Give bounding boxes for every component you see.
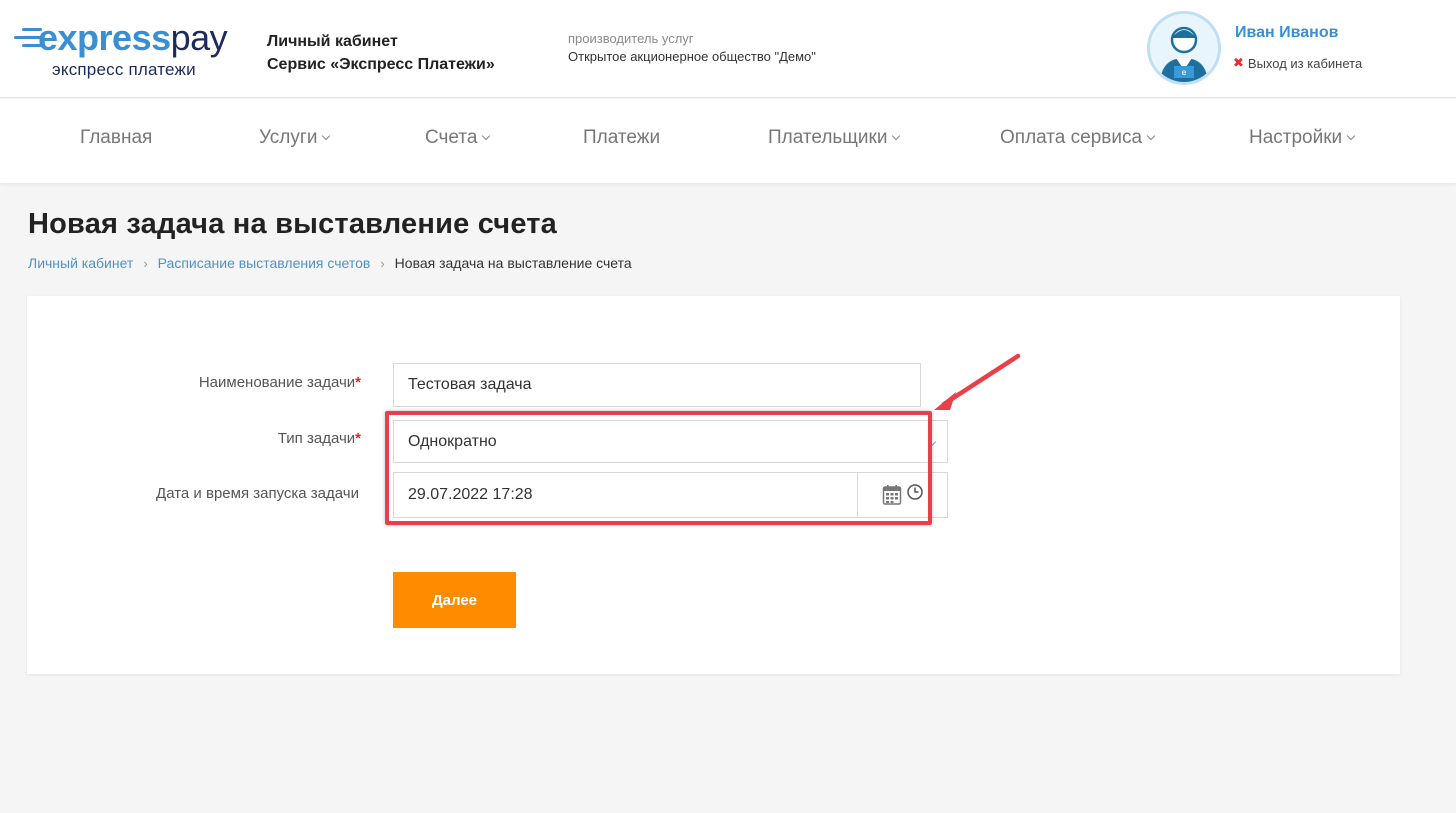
nav-item-payers[interactable]: Плательщики [768,127,901,149]
nav-item-settings[interactable]: Настройки [1249,127,1356,149]
logout-label: Выход из кабинета [1247,55,1363,71]
calendar-icon[interactable] [882,484,902,506]
expresspay-logo[interactable]: expresspay экспресс платежи [12,18,237,82]
task-name-input[interactable]: Тестовая задача [393,363,921,407]
svg-text:e: e [1182,68,1187,77]
task-type-select[interactable]: Однократно [393,420,948,463]
datetime-input[interactable]: 29.07.2022 17:28 [393,472,948,518]
form-card: Наименование задачи* Тестовая задача Тип… [27,296,1400,674]
nav-item-invoices[interactable]: Счета [425,127,491,149]
chevron-down-icon [1146,131,1156,141]
provider-label: производитель услуг [568,31,694,46]
cabinet-line-2: Сервис «Экспресс Платежи» [267,56,495,73]
required-mark: * [355,374,361,391]
datetime-label: Дата и время запуска задачи [156,485,359,502]
nav-item-payments[interactable]: Платежи [583,127,660,149]
chevron-down-icon [1346,131,1356,141]
datetime-picker-addon[interactable] [857,473,947,517]
breadcrumb-cabinet[interactable]: Личный кабинет [28,255,133,271]
header: expresspay экспресс платежи Личный кабин… [0,0,1456,98]
chevron-down-icon [322,131,331,141]
clock-icon[interactable] [906,483,924,501]
cabinet-title: Личный кабинет Сервис «Экспресс Платежи» [267,30,495,76]
user-avatar-icon: e [1160,26,1208,82]
next-button[interactable]: Далее [393,572,516,628]
breadcrumb-separator-icon: › [143,255,148,271]
user-name[interactable]: Иван Иванов [1235,24,1338,42]
breadcrumb-schedule[interactable]: Расписание выставления счетов [158,255,371,271]
chevron-down-icon [892,131,901,141]
required-mark: * [355,430,361,447]
chevron-down-icon [927,437,937,447]
logo-subtitle: экспресс платежи [52,60,196,79]
page-title: Новая задача на выставление счета [28,208,557,240]
cabinet-line-1: Личный кабинет [267,33,398,50]
main-nav: Главная Услуги Счета Платежи Плательщики… [0,99,1456,183]
provider-name: Открытое акционерное общество "Демо" [568,49,816,64]
nav-item-home[interactable]: Главная [80,127,152,149]
breadcrumb: Личный кабинет › Расписание выставления … [28,255,632,271]
breadcrumb-current: Новая задача на выставление счета [394,255,632,271]
nav-item-service-payment[interactable]: Оплата сервиса [1000,127,1156,149]
task-name-label: Наименование задачи* [198,374,361,391]
logout-link[interactable]: ✖ Выход из кабинета [1233,55,1362,71]
breadcrumb-separator-icon: › [380,255,385,271]
chevron-down-icon [482,131,491,141]
provider-info: производитель услуг Открытое акционерное… [568,30,816,66]
logo-wordmark: expresspay [38,17,228,58]
avatar[interactable]: e [1147,11,1221,85]
nav-item-services[interactable]: Услуги [259,127,331,149]
close-icon: ✖ [1233,55,1244,70]
task-type-label: Тип задачи* [277,430,361,447]
